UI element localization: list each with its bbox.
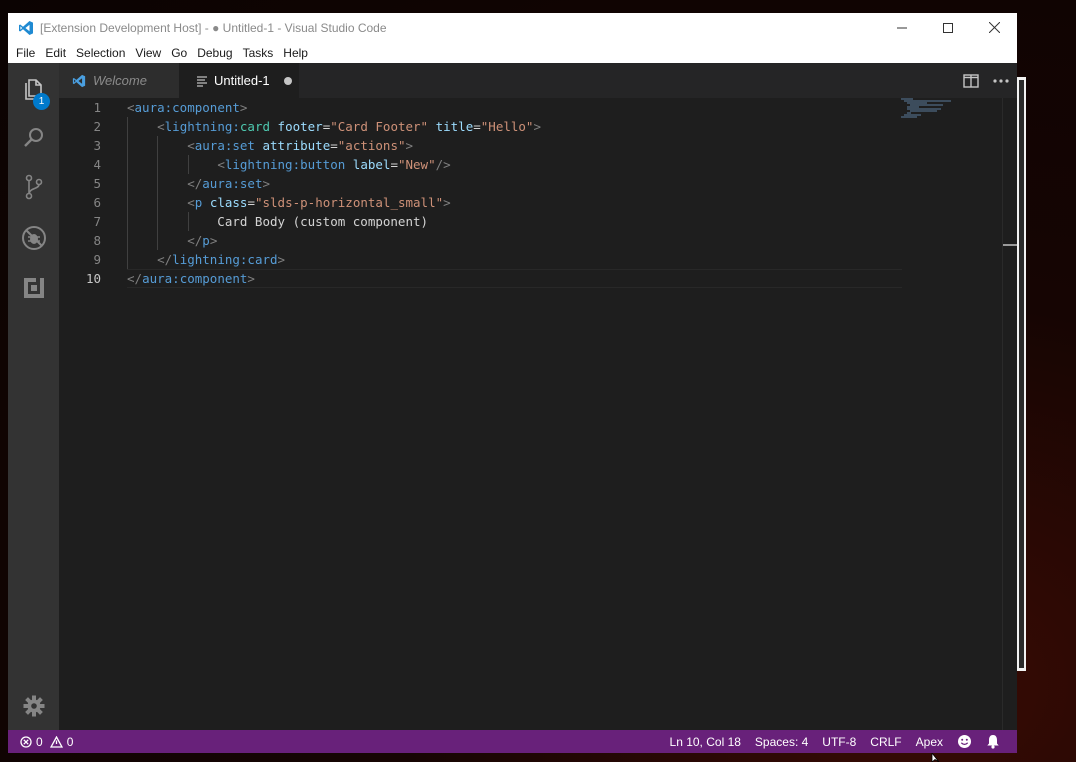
minimap[interactable] (901, 98, 1001, 138)
notifications-button[interactable] (979, 734, 1007, 749)
status-bar: 0 0 Ln 10, Col 18 Spaces: 4 UTF-8 CRLF A… (8, 730, 1017, 753)
more-actions-icon[interactable] (993, 78, 1009, 83)
unsaved-dot-icon[interactable] (283, 76, 292, 85)
code-line-2: <lightning:card footer="Card Footer" tit… (157, 119, 541, 134)
minimize-icon (897, 27, 907, 28)
vscode-logo-icon (19, 20, 33, 35)
tab-untitled-1[interactable]: Untitled-1 (179, 63, 299, 98)
code-line-7: Card Body (custom component) (127, 214, 429, 229)
settings-gear-icon (23, 695, 44, 717)
maximize-button[interactable] (925, 13, 971, 42)
explorer-button[interactable]: 1 (8, 65, 59, 113)
activity-bar: 1 (8, 63, 59, 730)
explorer-badge: 1 (33, 93, 50, 110)
extensions-button[interactable] (8, 264, 59, 312)
code-line-1: <aura:component> (127, 100, 248, 115)
code-line-6: <p class="slds-p-horizontal_small"> (187, 195, 451, 210)
menu-debug[interactable]: Debug (192, 46, 237, 60)
title-bar: [Extension Development Host] - ● Untitle… (8, 13, 1017, 42)
encoding-setting[interactable]: UTF-8 (815, 735, 863, 749)
menu-help[interactable]: Help (278, 46, 313, 60)
bell-icon (987, 735, 999, 749)
cursor-position[interactable]: Ln 10, Col 18 (663, 735, 748, 749)
line-number: 3 (93, 138, 101, 153)
search-icon (23, 128, 43, 147)
maximize-icon (943, 22, 953, 33)
line-number: 1 (93, 100, 101, 115)
debug-button[interactable] (8, 214, 59, 262)
smiley-icon (958, 735, 971, 748)
source-control-button[interactable] (8, 163, 59, 211)
vertical-scrollbar[interactable] (1002, 98, 1017, 730)
background-window-edge-inner (1019, 80, 1024, 668)
error-count: 0 (36, 734, 43, 749)
split-editor-icon[interactable] (963, 73, 979, 88)
editor-actions (963, 63, 1009, 98)
line-number: 8 (93, 233, 101, 248)
line-number: 4 (93, 157, 101, 172)
menu-view[interactable]: View (130, 46, 166, 60)
minimize-button[interactable] (879, 13, 925, 42)
text-file-icon (197, 75, 207, 87)
menu-tasks[interactable]: Tasks (238, 46, 279, 60)
line-number-current: 10 (85, 271, 101, 286)
menu-file[interactable]: File (8, 46, 40, 60)
feedback-button[interactable] (950, 734, 979, 749)
code-line-3: <aura:set attribute="actions"> (187, 138, 414, 153)
manage-button[interactable] (8, 682, 59, 730)
window-controls (879, 13, 1017, 42)
tab-welcome-label: Welcome (93, 73, 147, 88)
warning-count: 0 (66, 734, 74, 749)
cursor-position-marker (1003, 244, 1017, 246)
debug-icon (21, 226, 46, 250)
code-line-4: <lightning:button label="New"/> (217, 157, 451, 172)
language-mode[interactable]: Apex (909, 735, 950, 749)
editor-tabs: Welcome Untitled-1 (59, 63, 1017, 98)
line-number: 5 (93, 176, 101, 191)
code-line-9: </lightning:card> (157, 252, 286, 267)
tab-welcome[interactable]: Welcome (59, 63, 179, 98)
line-ending-setting[interactable]: CRLF (863, 735, 908, 749)
line-number: 9 (93, 252, 101, 267)
vscode-window: [Extension Development Host] - ● Untitle… (8, 13, 1017, 753)
warning-icon (49, 735, 63, 748)
menu-bar: File Edit Selection View Go Debug Tasks … (8, 42, 1017, 64)
code-editor[interactable]: 1 2 3 4 5 6 7 8 9 10 <aura:component> <l… (59, 98, 1017, 730)
source-control-icon (25, 174, 42, 200)
problems-indicator[interactable]: 0 0 (20, 730, 73, 753)
menu-edit[interactable]: Edit (40, 46, 71, 60)
menu-go[interactable]: Go (166, 46, 192, 60)
window-title: [Extension Development Host] - ● Untitle… (40, 20, 387, 35)
code-line-5: </aura:set> (187, 176, 271, 191)
error-icon (20, 735, 32, 748)
search-button[interactable] (8, 113, 59, 161)
mouse-cursor-icon (931, 753, 940, 762)
status-right-items: Ln 10, Col 18 Spaces: 4 UTF-8 CRLF Apex (663, 730, 1007, 753)
line-number: 2 (93, 119, 101, 134)
tab-untitled-label: Untitled-1 (214, 73, 270, 88)
menu-selection[interactable]: Selection (71, 46, 130, 60)
code-line-10: </aura:component> (127, 271, 255, 286)
line-number: 6 (93, 195, 101, 210)
line-number: 7 (93, 214, 101, 229)
indentation-setting[interactable]: Spaces: 4 (748, 735, 815, 749)
close-button[interactable] (971, 13, 1017, 42)
close-icon (988, 22, 1000, 33)
extensions-icon (23, 276, 44, 298)
code-line-8: </p> (187, 233, 218, 248)
vscode-logo-icon (72, 74, 86, 87)
